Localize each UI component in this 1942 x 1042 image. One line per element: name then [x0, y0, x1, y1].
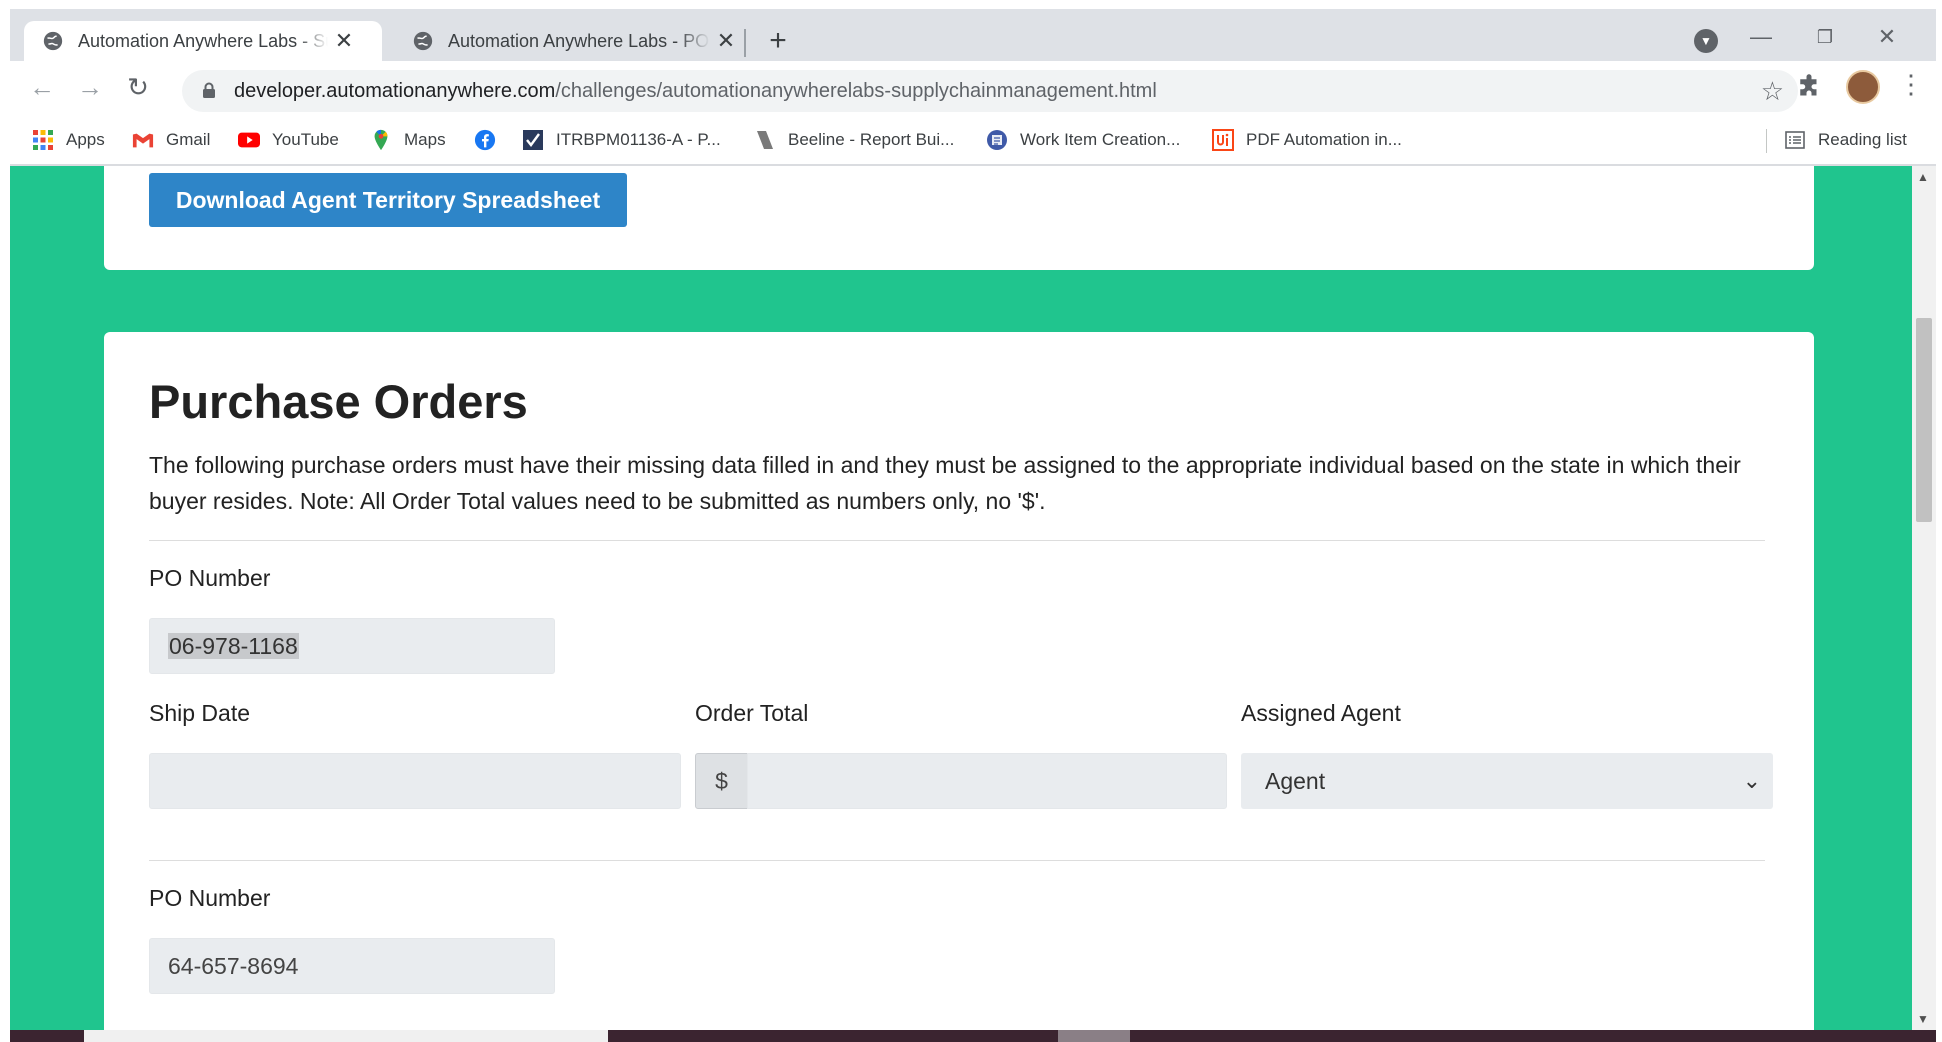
gmail-icon: [132, 133, 154, 148]
window-edge: [1936, 0, 1942, 1042]
bookmark-youtube[interactable]: YouTube: [238, 125, 339, 155]
work-item-icon: [987, 130, 1007, 150]
url-domain: developer.automationanywhere.com: [234, 80, 556, 102]
minimize-icon[interactable]: —: [1736, 21, 1786, 53]
page-content: Download Agent Territory Spreadsheet Pur…: [10, 166, 1912, 1030]
download-card: Download Agent Territory Spreadsheet: [104, 166, 1814, 270]
bookmark-label: Gmail: [166, 130, 211, 149]
bookmark-label: Beeline - Report Bui...: [788, 130, 955, 149]
apps-grid-icon: [33, 130, 53, 150]
kebab-menu-icon[interactable]: ⋮: [1898, 69, 1924, 100]
download-spreadsheet-button[interactable]: Download Agent Territory Spreadsheet: [149, 173, 627, 227]
tab-close-icon[interactable]: ✕: [714, 28, 738, 54]
divider: [149, 860, 1765, 861]
order-total-label: Order Total: [695, 700, 809, 726]
bookmark-apps[interactable]: Apps: [32, 125, 105, 155]
instructions-text: The following purchase orders must have …: [149, 452, 1741, 514]
window-edge: [0, 0, 10, 1042]
order-total-input[interactable]: [747, 753, 1227, 809]
globe-icon: [413, 31, 433, 51]
page-title: Purchase Orders: [149, 375, 528, 428]
tab-title: Automation Anywhere Labs - Supply Chain …: [78, 30, 328, 51]
lock-icon: [203, 82, 215, 98]
beeline-icon: [757, 131, 773, 149]
tab-strip: Automation Anywhere Labs - Supply Chain …: [10, 9, 1936, 61]
scrollbar-thumb[interactable]: [1916, 318, 1932, 522]
page-scrollbar[interactable]: ▲ ▼: [1912, 166, 1936, 1030]
bookmark-pdf-automation[interactable]: PDF Automation in...: [1212, 125, 1402, 155]
bookmark-label: Maps: [404, 130, 446, 149]
profile-avatar[interactable]: [1846, 70, 1880, 104]
maps-pin-icon: [374, 129, 388, 151]
tab-po[interactable]: Automation Anywhere Labs - PO ✕: [394, 21, 752, 61]
currency-addon: $: [695, 753, 748, 809]
assigned-agent-value: Agent: [1265, 768, 1326, 794]
taskbar-segment: [84, 1030, 608, 1042]
itrbpm-icon: [523, 130, 543, 150]
bookmark-itrbpm[interactable]: ITRBPM01136-A - P...: [522, 125, 721, 155]
bookmark-gmail[interactable]: Gmail: [132, 125, 210, 155]
ship-date-input[interactable]: [149, 753, 681, 809]
reading-list-button[interactable]: Reading list: [1784, 125, 1907, 155]
reading-list-icon: [1785, 131, 1805, 149]
bookmark-label: PDF Automation in...: [1246, 130, 1402, 149]
address-bar[interactable]: developer.automationanywhere.com/challen…: [182, 70, 1798, 112]
po-number-label: PO Number: [149, 885, 271, 911]
bookmark-label: ITRBPM01136-A - P...: [556, 130, 721, 149]
assigned-agent-select[interactable]: Agent ⌄: [1241, 753, 1773, 809]
bookmark-label: Work Item Creation...: [1020, 130, 1181, 149]
ship-date-label: Ship Date: [149, 700, 251, 726]
browser-toolbar: ← → ↻ developer.automationanywhere.com/c…: [10, 61, 1936, 117]
bookmark-beeline[interactable]: Beeline - Report Bui...: [754, 125, 954, 155]
os-taskbar: [10, 1030, 1936, 1042]
bookmark-maps[interactable]: Maps: [370, 125, 446, 155]
reading-list-label: Reading list: [1818, 130, 1907, 149]
restore-icon[interactable]: ❐: [1800, 21, 1850, 53]
tab-search-icon[interactable]: ▼: [1694, 29, 1718, 53]
bookmark-label: YouTube: [272, 130, 339, 149]
bookmark-star-icon[interactable]: ☆: [1761, 76, 1784, 107]
url-text: developer.automationanywhere.com/challen…: [234, 80, 1157, 103]
tab-title: Automation Anywhere Labs - PO: [448, 30, 710, 51]
uipath-icon: [1212, 129, 1234, 151]
assigned-agent-label: Assigned Agent: [1241, 700, 1401, 726]
po-number-label: PO Number: [149, 565, 271, 591]
scroll-down-icon[interactable]: ▼: [1917, 1012, 1929, 1026]
bookmark-work-item[interactable]: Work Item Creation...: [986, 125, 1180, 155]
purchase-orders-card: Purchase Orders The following purchase o…: [104, 332, 1814, 1030]
chevron-down-icon: ⌄: [1742, 768, 1761, 793]
url-path: /challenges/automationanywherelabs-suppl…: [555, 80, 1157, 102]
bookmarks-separator: [1766, 129, 1767, 153]
tab-separator: [744, 29, 746, 57]
po-number-input[interactable]: 06-978-1168: [149, 618, 555, 674]
taskbar-segment: [1058, 1030, 1130, 1042]
puzzle-icon[interactable]: [1794, 73, 1824, 103]
bookmark-label: Apps: [66, 130, 105, 149]
new-tab-button[interactable]: +: [760, 23, 796, 59]
tab-close-icon[interactable]: ✕: [332, 28, 356, 54]
divider: [149, 540, 1765, 541]
tab-supply-chain[interactable]: Automation Anywhere Labs - Supply Chain …: [24, 21, 382, 61]
back-arrow-icon[interactable]: ←: [24, 69, 60, 105]
po-number-value: 06-978-1168: [168, 633, 299, 659]
bookmark-facebook[interactable]: [474, 125, 508, 155]
forward-arrow-icon[interactable]: →: [72, 69, 108, 105]
browser-window: Automation Anywhere Labs - Supply Chain …: [0, 0, 1942, 1042]
window-close-icon[interactable]: ✕: [1862, 21, 1912, 53]
scroll-up-icon[interactable]: ▲: [1917, 170, 1929, 184]
facebook-icon: [474, 129, 496, 151]
youtube-icon: [238, 132, 260, 148]
bookmarks-bar: Apps Gmail YouTube Maps ITRBPM01136-A - …: [10, 117, 1936, 166]
reload-icon[interactable]: ↻: [120, 69, 156, 105]
globe-icon: [43, 31, 63, 51]
po-number-input[interactable]: 64-657-8694: [149, 938, 555, 994]
